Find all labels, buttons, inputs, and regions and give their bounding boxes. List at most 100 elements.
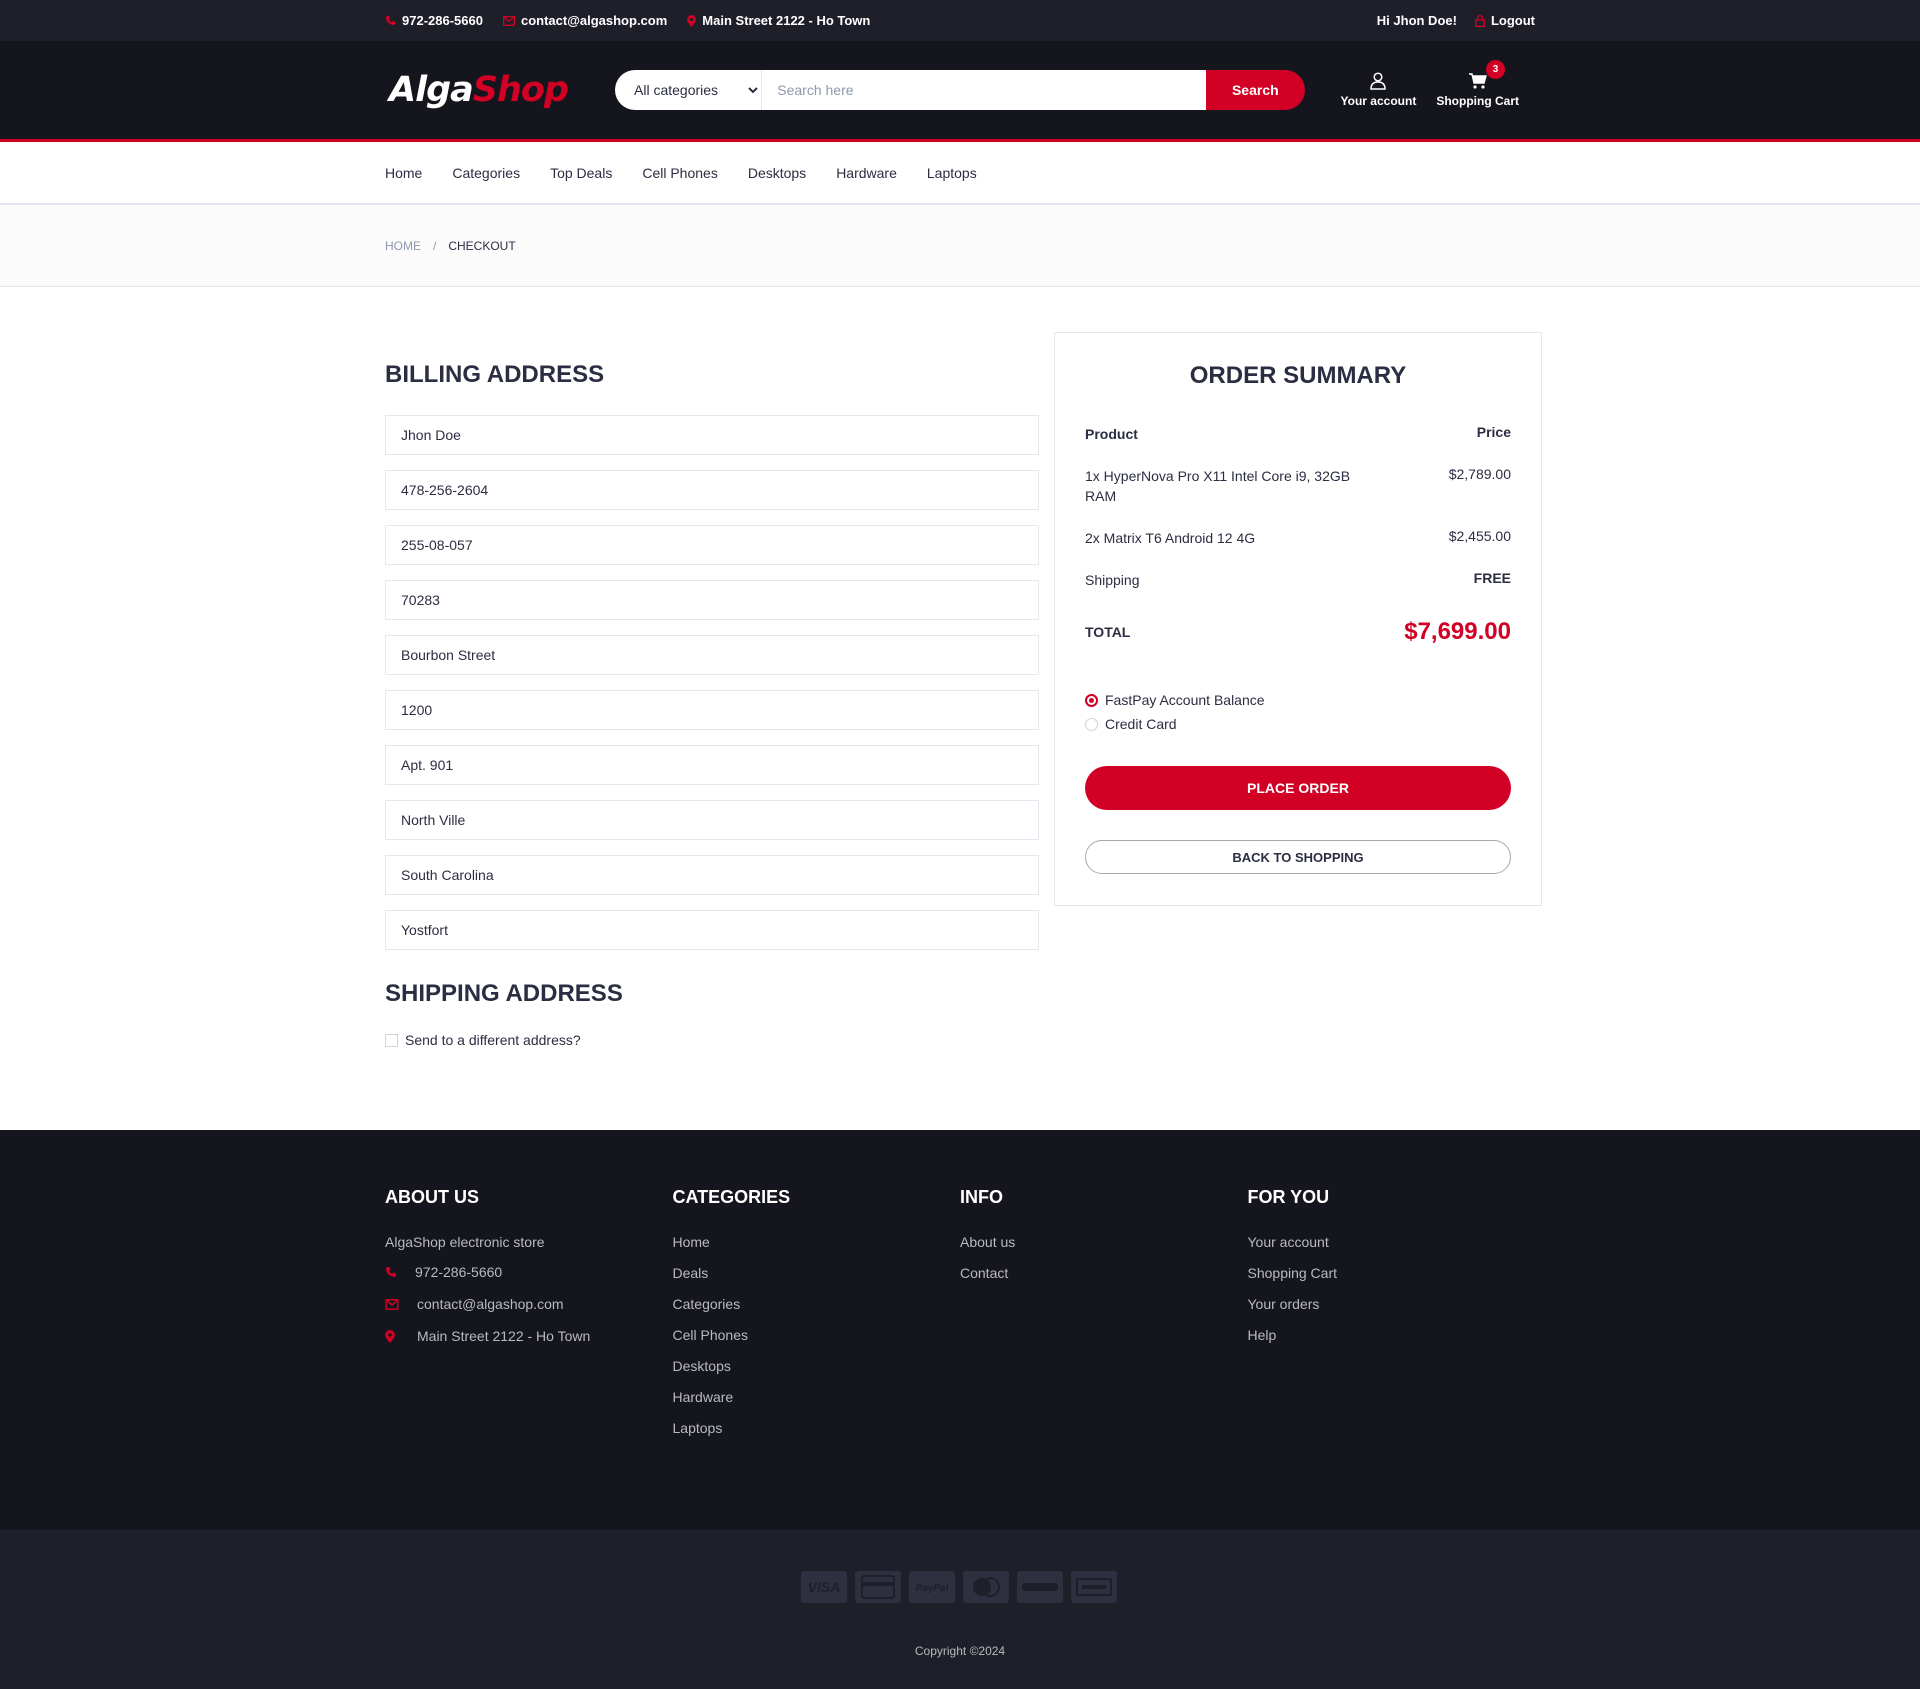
- payment-option-fastpay[interactable]: FastPay Account Balance: [1085, 692, 1511, 708]
- logout-link[interactable]: Logout: [1475, 13, 1535, 28]
- footer-phone-link[interactable]: 972-286-5660: [385, 1264, 673, 1280]
- breadcrumb-home[interactable]: Home: [385, 239, 421, 253]
- top-address-link[interactable]: Main Street 2122 - Ho Town: [687, 13, 870, 28]
- footer-link-about-us[interactable]: About us: [960, 1234, 1248, 1250]
- place-order-button[interactable]: Place order: [1085, 766, 1511, 810]
- main-navigation: Home Categories Top Deals Cell Phones De…: [0, 142, 1920, 205]
- footer-info-column: Info About us Contact: [960, 1187, 1248, 1451]
- billing-title: Billing address: [385, 361, 605, 388]
- billing-apartment-field[interactable]: Apt. 901: [385, 745, 1039, 785]
- credit-card-label: Credit Card: [1105, 716, 1177, 732]
- billing-city-field[interactable]: North Ville: [385, 800, 1039, 840]
- billing-form: Billing address Jhon Doe 478-256-2604 25…: [385, 332, 1039, 1048]
- search-button[interactable]: Search: [1205, 70, 1306, 110]
- top-phone-link[interactable]: 972-286-5660: [385, 13, 483, 28]
- billing-id-field[interactable]: 255-08-057: [385, 525, 1039, 565]
- footer-about-title: About us: [385, 1187, 479, 1207]
- different-address-label: Send to a different address?: [405, 1032, 581, 1048]
- order-summary: Order summary Product Price 1x HyperNova…: [1054, 332, 1542, 906]
- footer-link-desktops[interactable]: Desktops: [673, 1358, 961, 1374]
- top-email-link[interactable]: contact@algashop.com: [503, 13, 667, 28]
- footer-link-your-account[interactable]: Your account: [1248, 1234, 1536, 1250]
- paypal-icon: PayPal: [909, 1571, 955, 1603]
- footer-link-shopping-cart[interactable]: Shopping Cart: [1248, 1265, 1536, 1281]
- footer-link-cell-phones[interactable]: Cell Phones: [673, 1327, 961, 1343]
- footer-link-deals[interactable]: Deals: [673, 1265, 961, 1281]
- phone-icon: [385, 15, 396, 26]
- fastpay-radio[interactable]: [1085, 693, 1098, 707]
- footer-about-column: About us AlgaShop electronic store 972-2…: [385, 1187, 673, 1451]
- user-icon: [1370, 72, 1387, 90]
- top-phone-text: 972-286-5660: [402, 13, 483, 28]
- billing-name-field[interactable]: Jhon Doe: [385, 415, 1039, 455]
- footer-bottom: VISA PayPal Copyright ©2024: [0, 1530, 1920, 1689]
- credit-card-radio[interactable]: [1085, 717, 1098, 731]
- nav-item-hardware[interactable]: Hardware: [836, 165, 897, 181]
- footer-for-you-column: For you Your account Shopping Cart Your …: [1248, 1187, 1536, 1451]
- footer-link-help[interactable]: Help: [1248, 1327, 1536, 1343]
- total-label: Total: [1085, 624, 1131, 640]
- shipping-row: Shipping FREE: [1085, 570, 1511, 590]
- breadcrumb-current: Checkout: [448, 238, 516, 253]
- payment-option-credit-card[interactable]: Credit Card: [1085, 716, 1511, 732]
- greeting-text: Hi Jhon Doe!: [1376, 13, 1457, 28]
- billing-country-field[interactable]: Yostfort: [385, 910, 1039, 950]
- billing-number-field[interactable]: 1200: [385, 690, 1039, 730]
- copyright-text: Copyright ©2024: [914, 1644, 1006, 1658]
- billing-street-field[interactable]: Bourbon Street: [385, 635, 1039, 675]
- different-address-checkbox[interactable]: [385, 1033, 398, 1047]
- map-marker-icon: [687, 14, 697, 27]
- breadcrumb: Home / Checkout: [0, 205, 1920, 287]
- nav-item-cell-phones[interactable]: Cell Phones: [642, 165, 718, 181]
- order-item-price: $2,789.00: [1448, 466, 1511, 482]
- billing-phone-field[interactable]: 478-256-2604: [385, 470, 1039, 510]
- search-input[interactable]: [762, 70, 1206, 110]
- footer-phone-text: 972-286-5660: [415, 1264, 503, 1280]
- logo[interactable]: AlgaShop: [389, 70, 615, 110]
- footer-link-your-orders[interactable]: Your orders: [1248, 1296, 1536, 1312]
- footer-categories-title: Categories: [672, 1187, 791, 1207]
- footer-link-contact[interactable]: Contact: [960, 1265, 1248, 1281]
- your-account-button[interactable]: Your account: [1340, 72, 1417, 108]
- category-select[interactable]: All categories: [615, 70, 763, 110]
- footer-email-link[interactable]: contact@algashop.com: [385, 1296, 673, 1312]
- search-bar: All categories Search: [615, 70, 1306, 110]
- nav-item-categories[interactable]: Categories: [452, 165, 520, 181]
- footer-for-you-title: For you: [1247, 1187, 1330, 1207]
- footer-address-link[interactable]: Main Street 2122 - Ho Town: [385, 1328, 673, 1344]
- your-account-label: Your account: [1340, 94, 1417, 108]
- back-to-shopping-button[interactable]: Back to shopping: [1085, 840, 1511, 874]
- total-row: Total $7,699.00: [1085, 618, 1511, 646]
- credit-card-icon: [855, 1571, 901, 1603]
- billing-zip-field[interactable]: 70283: [385, 580, 1039, 620]
- svg-text:PayPal: PayPal: [916, 1583, 949, 1594]
- main-header: AlgaShop All categories Search Your acco…: [0, 41, 1920, 142]
- checkout-section: Billing address Jhon Doe 478-256-2604 25…: [0, 287, 1920, 1130]
- nav-item-desktops[interactable]: Desktops: [748, 165, 806, 181]
- different-address-option[interactable]: Send to a different address?: [385, 1032, 1039, 1048]
- nav-item-laptops[interactable]: Laptops: [927, 165, 977, 181]
- shopping-cart-button[interactable]: Shopping Cart 3: [1436, 60, 1519, 108]
- billing-state-field[interactable]: South Carolina: [385, 855, 1039, 895]
- top-contact-links: 972-286-5660 contact@algashop.com Main S…: [385, 13, 890, 28]
- footer-email-text: contact@algashop.com: [417, 1296, 564, 1312]
- envelope-icon: [503, 15, 515, 26]
- top-address-text: Main Street 2122 - Ho Town: [702, 13, 871, 28]
- phone-icon: [386, 1267, 396, 1277]
- footer-link-hardware[interactable]: Hardware: [673, 1389, 961, 1405]
- shipping-title: Shipping address: [385, 980, 623, 1007]
- logo-part-2: Shop: [472, 70, 569, 110]
- greeting-link[interactable]: Hi Jhon Doe!: [1377, 13, 1457, 28]
- footer-link-categories[interactable]: Categories: [673, 1296, 961, 1312]
- order-item-name: 1x HyperNova Pro X11 Intel Core i9, 32GB…: [1085, 468, 1351, 504]
- top-email-text: contact@algashop.com: [520, 13, 668, 28]
- footer-link-laptops[interactable]: Laptops: [673, 1420, 961, 1436]
- footer-link-home[interactable]: Home: [673, 1234, 961, 1250]
- order-item-name: 2x Matrix T6 Android 12 4G: [1085, 530, 1256, 546]
- logout-text: Logout: [1490, 13, 1535, 28]
- price-column-header: Price: [1476, 424, 1511, 440]
- nav-item-top-deals[interactable]: Top Deals: [550, 165, 612, 181]
- footer: About us AlgaShop electronic store 972-2…: [0, 1130, 1920, 1530]
- footer-about-text: AlgaShop electronic store: [385, 1234, 545, 1250]
- nav-item-home[interactable]: Home: [385, 165, 422, 181]
